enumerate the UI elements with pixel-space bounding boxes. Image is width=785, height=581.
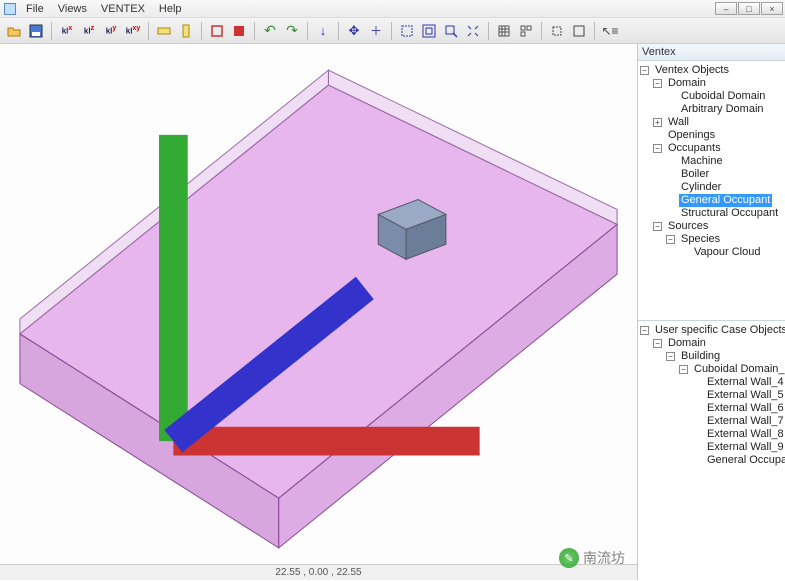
grid-series-icon[interactable] bbox=[516, 21, 536, 41]
tree-sources[interactable]: Sources bbox=[666, 220, 710, 233]
tree-toggle[interactable]: + bbox=[653, 118, 662, 127]
tree-case-domain[interactable]: Domain bbox=[666, 337, 708, 350]
tree-cylinder[interactable]: Cylinder bbox=[679, 181, 723, 194]
tree-case-objects[interactable]: − User specific Case Objects − Domain − … bbox=[638, 321, 785, 580]
tree-cuboidal-domain-3[interactable]: Cuboidal Domain_3 bbox=[692, 363, 785, 376]
tree-toggle[interactable]: − bbox=[679, 365, 688, 374]
tree-toggle[interactable]: − bbox=[653, 222, 662, 231]
ruler-v-icon[interactable] bbox=[176, 21, 196, 41]
maximize-button[interactable]: □ bbox=[738, 2, 760, 15]
watermark-icon: ✎ bbox=[559, 548, 579, 568]
tree-external-wall[interactable]: External Wall_5 bbox=[705, 389, 785, 402]
tree-general-occupant-1[interactable]: General Occupant_1 bbox=[705, 454, 785, 467]
menu-views[interactable]: Views bbox=[52, 2, 93, 16]
tree-toggle[interactable]: − bbox=[640, 66, 649, 75]
tree-boiler[interactable]: Boiler bbox=[679, 168, 711, 181]
open-icon[interactable] bbox=[4, 21, 24, 41]
menu-ventex[interactable]: VENTEX bbox=[95, 2, 151, 16]
select-window-icon[interactable] bbox=[419, 21, 439, 41]
tree-ventex-objects[interactable]: − Ventex Objects − Domain Cuboidal Domai… bbox=[638, 61, 785, 321]
tree-building[interactable]: Building bbox=[679, 350, 722, 363]
measure-icon[interactable]: ↖≡ bbox=[600, 21, 620, 41]
status-bar: 22.55 , 0.00 , 22.55 bbox=[0, 564, 637, 580]
viewport-3d[interactable] bbox=[0, 44, 637, 580]
toolbar: klx klz kly klxy ↶ ↷ ↓ ✥ ＋ ↖≡ bbox=[0, 18, 785, 44]
tree-general-occupant[interactable]: General Occupant bbox=[679, 194, 772, 207]
tree-cuboidal-domain[interactable]: Cuboidal Domain bbox=[679, 90, 767, 103]
tree-toggle[interactable]: − bbox=[653, 144, 662, 153]
tree-arbitrary-domain[interactable]: Arbitrary Domain bbox=[679, 103, 766, 116]
axis-klx-button[interactable]: klx bbox=[57, 21, 77, 41]
plus-icon[interactable]: ＋ bbox=[366, 21, 386, 41]
save-icon[interactable] bbox=[26, 21, 46, 41]
tree-toggle[interactable]: − bbox=[666, 352, 675, 361]
zoom-extents-icon[interactable] bbox=[463, 21, 483, 41]
watermark-text: 南流坊 bbox=[583, 548, 625, 568]
select-rect-icon[interactable] bbox=[397, 21, 417, 41]
watermark: ✎ 南流坊 bbox=[559, 548, 625, 568]
tree-external-wall[interactable]: External Wall_8 bbox=[705, 428, 785, 441]
rect-fill-icon[interactable] bbox=[229, 21, 249, 41]
tree-toggle[interactable]: − bbox=[666, 235, 675, 244]
side-panel: Ventex − Ventex Objects − Domain Cuboida… bbox=[637, 44, 785, 580]
tree-toggle[interactable]: − bbox=[653, 79, 662, 88]
axis-kly-button[interactable]: kly bbox=[101, 21, 121, 41]
window-controls: – □ × bbox=[715, 2, 785, 15]
tree-external-wall[interactable]: External Wall_4 bbox=[705, 376, 785, 389]
tree-toggle[interactable]: − bbox=[640, 326, 649, 335]
menu-help[interactable]: Help bbox=[153, 2, 188, 16]
tree-machine[interactable]: Machine bbox=[679, 155, 725, 168]
tree-external-wall[interactable]: External Wall_7 bbox=[705, 415, 785, 428]
tree-occupants[interactable]: Occupants bbox=[666, 142, 723, 155]
tree-root[interactable]: Ventex Objects bbox=[653, 64, 731, 77]
axis-klxy-button[interactable]: klxy bbox=[123, 21, 143, 41]
axis-klz-button[interactable]: klz bbox=[79, 21, 99, 41]
tree-toggle[interactable]: − bbox=[653, 339, 662, 348]
zoom-window-icon[interactable] bbox=[441, 21, 461, 41]
workspace: Ventex − Ventex Objects − Domain Cuboida… bbox=[0, 44, 785, 580]
tree-case-root[interactable]: User specific Case Objects bbox=[653, 324, 785, 337]
rect-outline-icon[interactable] bbox=[207, 21, 227, 41]
tree-domain[interactable]: Domain bbox=[666, 77, 708, 90]
redo-icon[interactable]: ↷ bbox=[282, 21, 302, 41]
minimize-button[interactable]: – bbox=[715, 2, 737, 15]
tree-species[interactable]: Species bbox=[679, 233, 722, 246]
tree-openings[interactable]: Openings bbox=[666, 129, 717, 142]
tree-structural-occupant[interactable]: Structural Occupant bbox=[679, 207, 780, 220]
down-arrow-icon[interactable]: ↓ bbox=[313, 21, 333, 41]
menu-file[interactable]: File bbox=[20, 2, 50, 16]
fit-icon[interactable] bbox=[569, 21, 589, 41]
close-button[interactable]: × bbox=[761, 2, 783, 15]
tree-external-wall[interactable]: External Wall_9 bbox=[705, 441, 785, 454]
ruler-h-icon[interactable] bbox=[154, 21, 174, 41]
move-icon[interactable]: ✥ bbox=[344, 21, 364, 41]
grid-icon[interactable] bbox=[494, 21, 514, 41]
crop-icon[interactable] bbox=[547, 21, 567, 41]
tree-vapour-cloud[interactable]: Vapour Cloud bbox=[692, 246, 762, 259]
axis-gizmo bbox=[8, 44, 637, 556]
panel-title: Ventex bbox=[638, 44, 785, 61]
app-icon bbox=[4, 3, 16, 15]
tree-wall[interactable]: Wall bbox=[666, 116, 691, 129]
menubar: File Views VENTEX Help – □ × bbox=[0, 0, 785, 18]
tree-external-wall[interactable]: External Wall_6 bbox=[705, 402, 785, 415]
undo-icon[interactable]: ↶ bbox=[260, 21, 280, 41]
